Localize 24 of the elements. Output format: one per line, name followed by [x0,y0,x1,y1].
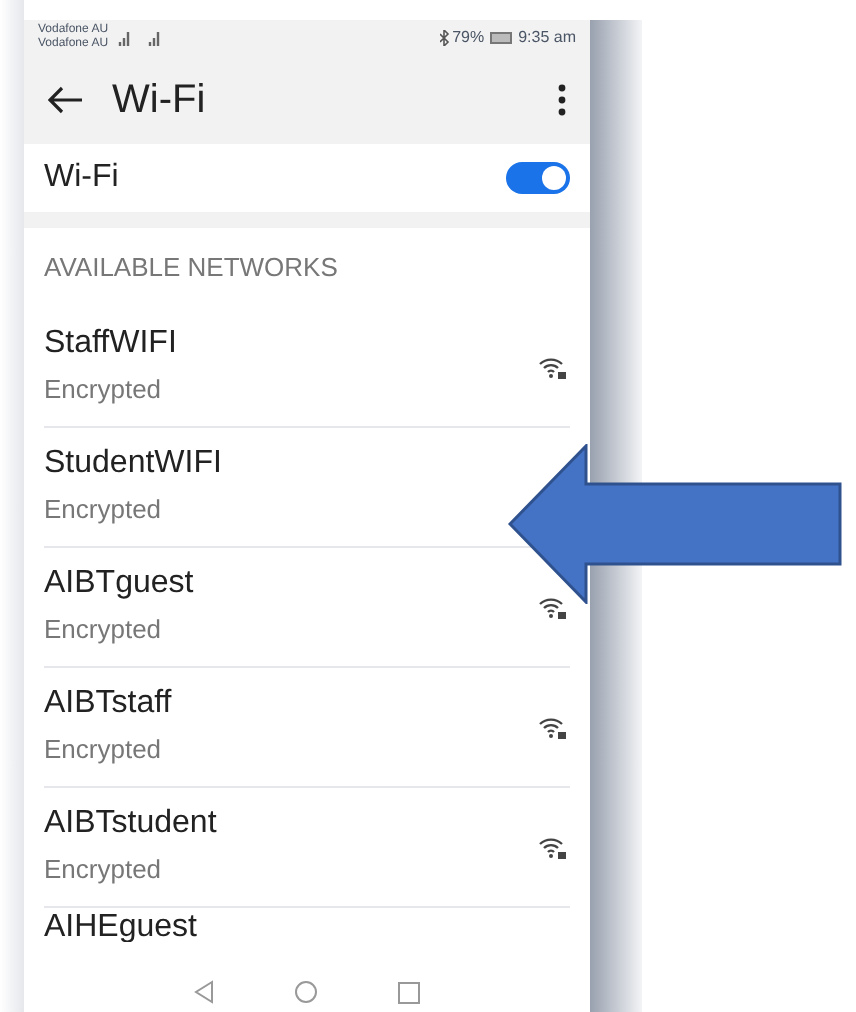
bluetooth-icon [440,30,451,46]
network-name: AIBTstudent [44,804,217,845]
network-status: Encrypted [44,612,164,649]
wifi-label: Wi-Fi [44,158,119,198]
network-status: Encrypted [44,852,164,889]
back-icon[interactable] [48,86,84,114]
more-options-icon[interactable] [558,84,566,116]
clock-time: 9:35 am [518,26,576,50]
network-status: Encrypted [44,492,164,529]
recents-nav-icon[interactable] [398,981,420,1003]
home-nav-icon[interactable] [294,980,318,1004]
network-status: Encrypted [44,372,164,409]
network-name: AIBTguest [44,564,194,605]
network-name: AIHEguest [44,908,197,942]
wifi-toggle[interactable] [506,162,570,194]
page-title: Wi-Fi [112,76,206,126]
battery-icon [490,32,515,44]
battery-percentage: 79% [452,26,485,50]
back-nav-icon[interactable] [194,980,214,1004]
network-name: StaffWIFI [44,324,177,365]
network-name: AIBTstaff [44,684,172,725]
network-name: StudentWIFI [44,444,222,485]
section-header: AVAILABLE NETWORKS [44,250,338,287]
network-status: Encrypted [44,732,164,769]
